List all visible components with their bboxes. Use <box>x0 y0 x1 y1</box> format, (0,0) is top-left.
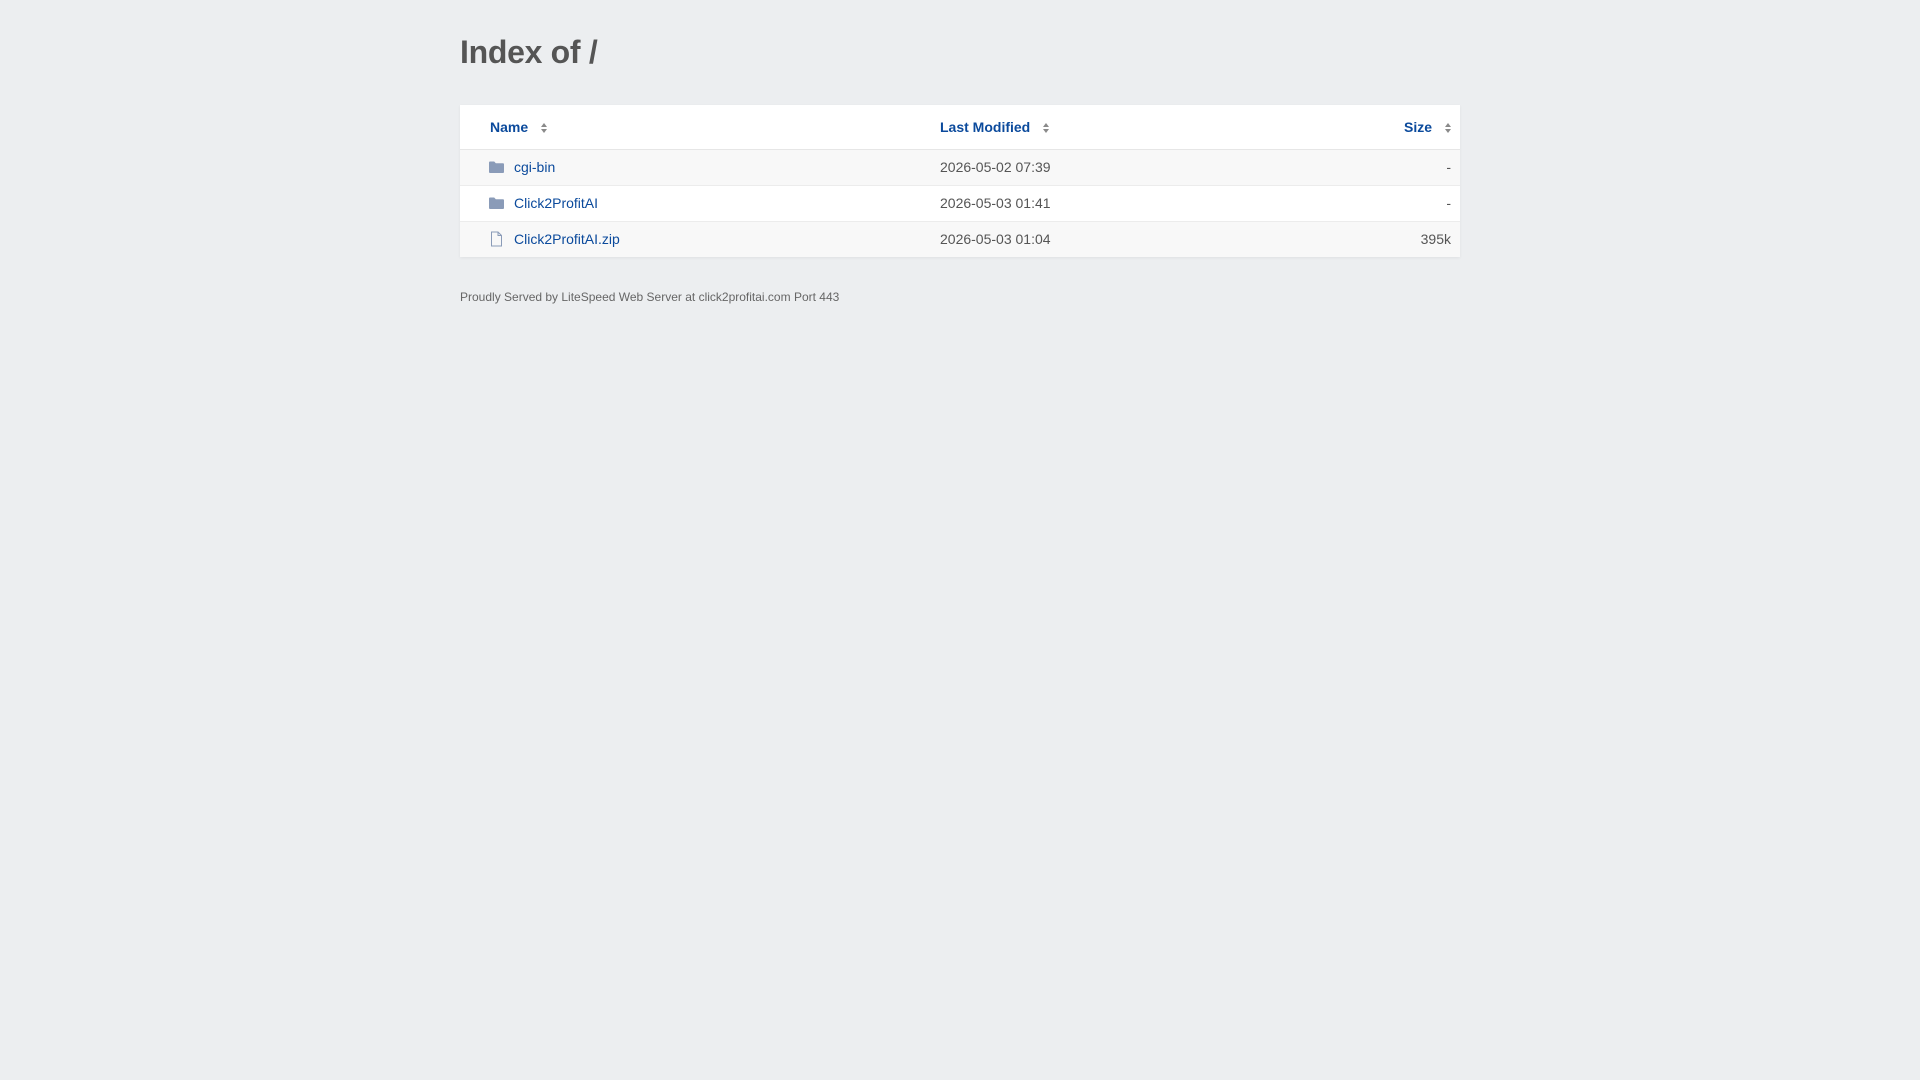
name-cell: Click2ProfitAI <box>488 195 598 211</box>
modified-cell: 2026-05-03 01:04 <box>940 231 1051 247</box>
entry-link[interactable]: cgi-bin <box>514 159 555 175</box>
modified-cell: 2026-05-02 07:39 <box>940 159 1051 175</box>
name-cell: Click2ProfitAI.zip <box>488 231 620 247</box>
modified-header-label[interactable]: Last Modified <box>940 119 1030 135</box>
directory-listing-table: Name Last Modified Size cgi-bin 2026-05-… <box>460 105 1460 257</box>
table-row: cgi-bin 2026-05-02 07:39 - <box>460 150 1460 186</box>
entry-link[interactable]: Click2ProfitAI.zip <box>514 231 620 247</box>
name-header-label[interactable]: Name <box>490 119 528 135</box>
file-icon <box>491 231 502 247</box>
table-row: Click2ProfitAI.zip 2026-05-03 01:04 395k <box>460 222 1460 257</box>
size-cell: - <box>1446 195 1451 211</box>
modified-cell: 2026-05-03 01:41 <box>940 195 1051 211</box>
sort-by-modified-header[interactable]: Last Modified <box>940 119 1050 135</box>
name-cell: cgi-bin <box>488 159 555 175</box>
sort-icon[interactable] <box>1042 122 1050 134</box>
sort-by-size-header[interactable]: Size <box>1404 119 1452 135</box>
folder-icon <box>489 161 504 173</box>
table-header: Name Last Modified Size <box>460 105 1460 150</box>
size-cell: - <box>1446 159 1451 175</box>
sort-icon[interactable] <box>1444 122 1452 134</box>
sort-by-name-header[interactable]: Name <box>490 119 548 135</box>
server-footer: Proudly Served by LiteSpeed Web Server a… <box>460 290 840 304</box>
folder-icon <box>489 197 504 209</box>
page-title: Index of / <box>460 34 598 70</box>
sort-icon[interactable] <box>540 122 548 134</box>
entry-link[interactable]: Click2ProfitAI <box>514 195 598 211</box>
size-cell: 395k <box>1420 231 1451 247</box>
table-row: Click2ProfitAI 2026-05-03 01:41 - <box>460 186 1460 222</box>
size-header-label[interactable]: Size <box>1404 119 1432 135</box>
